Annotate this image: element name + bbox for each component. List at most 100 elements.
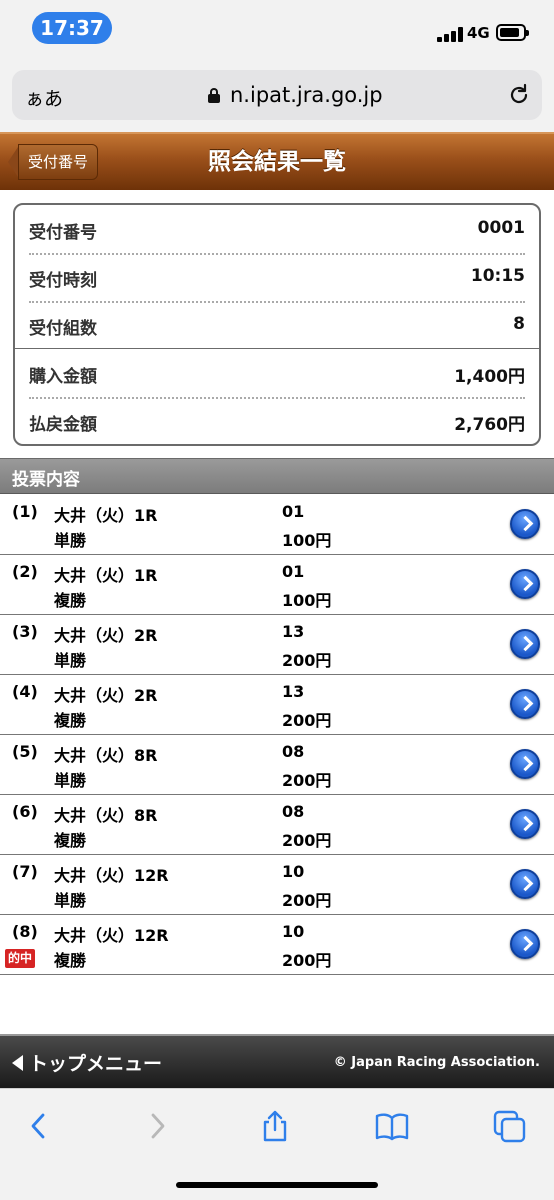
bet-row[interactable]: (1) 大井（火）1R 単勝 01 100円 [0, 495, 554, 555]
summary-value: 10:15 [470, 266, 525, 286]
tabs-icon[interactable] [493, 1109, 527, 1143]
bet-race: 大井（火）8R [54, 746, 158, 765]
bet-race: 大井（火）8R [54, 806, 158, 825]
triangle-left-icon [12, 1055, 23, 1071]
lock-icon [208, 88, 220, 103]
chevron-circle-right-icon[interactable] [510, 629, 540, 659]
bet-selection: 10 [282, 862, 305, 881]
copyright-text: © Japan Racing Association. [333, 1055, 540, 1070]
bet-number: (1) [12, 502, 38, 521]
summary-label: 受付組数 [29, 319, 97, 339]
bet-amount: 200円 [282, 651, 332, 670]
summary-row-purchase-amount: 購入金額 1,400円 [15, 349, 539, 397]
book-icon[interactable] [375, 1109, 409, 1143]
bet-amount: 100円 [282, 591, 332, 610]
summary-value: 1,400円 [454, 367, 525, 387]
bet-row[interactable]: (8) 的中 大井（火）12R 複勝 10 200円 [0, 915, 554, 975]
chevron-left-icon[interactable] [22, 1109, 56, 1143]
chevron-circle-right-icon[interactable] [510, 509, 540, 539]
chevron-circle-right-icon[interactable] [510, 929, 540, 959]
back-button-label: 受付番号 [18, 144, 98, 180]
chevron-circle-right-icon[interactable] [510, 569, 540, 599]
browser-address-area: ぁあ n.ipat.jra.go.jp [0, 58, 554, 132]
bet-selection: 08 [282, 742, 305, 761]
page-header: 照会結果一覧 受付番号 [0, 132, 554, 190]
bet-selection: 08 [282, 802, 305, 821]
bet-selection: 01 [282, 562, 305, 581]
bet-selection: 13 [282, 622, 305, 641]
bet-row[interactable]: (4) 大井（火）2R 複勝 13 200円 [0, 675, 554, 735]
section-title: 投票内容 [12, 470, 80, 490]
summary-row-set-count: 受付組数 8 [15, 301, 539, 349]
summary-value: 2,760円 [454, 415, 525, 435]
bet-selection: 01 [282, 502, 305, 521]
bet-race: 大井（火）1R [54, 566, 158, 585]
chevron-right-icon[interactable] [140, 1109, 174, 1143]
bet-race: 大井（火）2R [54, 626, 158, 645]
bet-row[interactable]: (6) 大井（火）8R 複勝 08 200円 [0, 795, 554, 855]
battery-level [500, 28, 519, 37]
bet-type: 複勝 [54, 591, 87, 610]
bet-number: (2) [12, 562, 38, 581]
bet-number: (3) [12, 622, 38, 641]
chevron-circle-right-icon[interactable] [510, 749, 540, 779]
bet-amount: 200円 [282, 771, 332, 790]
battery-icon [496, 24, 529, 41]
summary-label: 払戻金額 [29, 415, 97, 435]
bet-type: 単勝 [54, 651, 87, 670]
bet-row[interactable]: (3) 大井（火）2R 単勝 13 200円 [0, 615, 554, 675]
bet-type: 単勝 [54, 891, 87, 910]
bet-amount: 200円 [282, 831, 332, 850]
summary-value: 0001 [477, 218, 525, 238]
bet-row[interactable]: (2) 大井（火）1R 複勝 01 100円 [0, 555, 554, 615]
summary-row-receipt-time: 受付時刻 10:15 [15, 253, 539, 301]
page-footer: トップメニュー © Japan Racing Association. [0, 1034, 554, 1088]
address-bar[interactable]: ぁあ n.ipat.jra.go.jp [12, 70, 542, 120]
top-menu-label: トップメニュー [29, 1053, 163, 1075]
section-header: 投票内容 [0, 458, 554, 494]
bet-number: (5) [12, 742, 38, 761]
back-button[interactable]: 受付番号 [8, 144, 98, 180]
home-indicator [176, 1182, 378, 1188]
summary-label: 受付時刻 [29, 271, 97, 291]
summary-label: 受付番号 [29, 223, 97, 243]
network-type: 4G [467, 24, 490, 42]
summary-value: 8 [513, 314, 525, 334]
bet-type: 単勝 [54, 531, 87, 550]
summary-row-receipt-number: 受付番号 0001 [15, 205, 539, 253]
bet-amount: 200円 [282, 891, 332, 910]
bet-race: 大井（火）1R [54, 506, 158, 525]
bet-type: 複勝 [54, 831, 87, 850]
summary-panel: 受付番号 0001 受付時刻 10:15 受付組数 8 購入金額 1,400円 … [13, 203, 541, 446]
bet-race: 大井（火）12R [54, 926, 169, 945]
bet-row[interactable]: (7) 大井（火）12R 単勝 10 200円 [0, 855, 554, 915]
hit-badge: 的中 [5, 949, 36, 968]
url-domain[interactable]: n.ipat.jra.go.jp [230, 83, 383, 107]
bet-number: (7) [12, 862, 38, 881]
bet-amount: 200円 [282, 711, 332, 730]
bet-race: 大井（火）2R [54, 686, 158, 705]
bet-type: 複勝 [54, 711, 87, 730]
bet-race: 大井（火）12R [54, 866, 169, 885]
top-menu-link[interactable]: トップメニュー [12, 1049, 162, 1076]
chevron-circle-right-icon[interactable] [510, 869, 540, 899]
signal-icon [437, 26, 465, 42]
bet-selection: 10 [282, 922, 305, 941]
status-time: 17:37 [32, 12, 112, 44]
summary-label: 購入金額 [29, 367, 97, 387]
bet-amount: 200円 [282, 951, 332, 970]
summary-row-payout-amount: 払戻金額 2,760円 [15, 397, 539, 444]
status-bar: 17:37 4G [0, 0, 554, 58]
share-icon[interactable] [258, 1109, 292, 1143]
bet-selection: 13 [282, 682, 305, 701]
chevron-circle-right-icon[interactable] [510, 809, 540, 839]
bet-row[interactable]: (5) 大井（火）8R 単勝 08 200円 [0, 735, 554, 795]
bet-type: 単勝 [54, 771, 87, 790]
bet-number: (8) [12, 922, 38, 941]
bet-amount: 100円 [282, 531, 332, 550]
reload-icon[interactable] [506, 82, 532, 108]
bet-number: (4) [12, 682, 38, 701]
chevron-circle-right-icon[interactable] [510, 689, 540, 719]
reader-options-button[interactable]: ぁあ [25, 84, 63, 111]
bet-type: 複勝 [54, 951, 87, 970]
